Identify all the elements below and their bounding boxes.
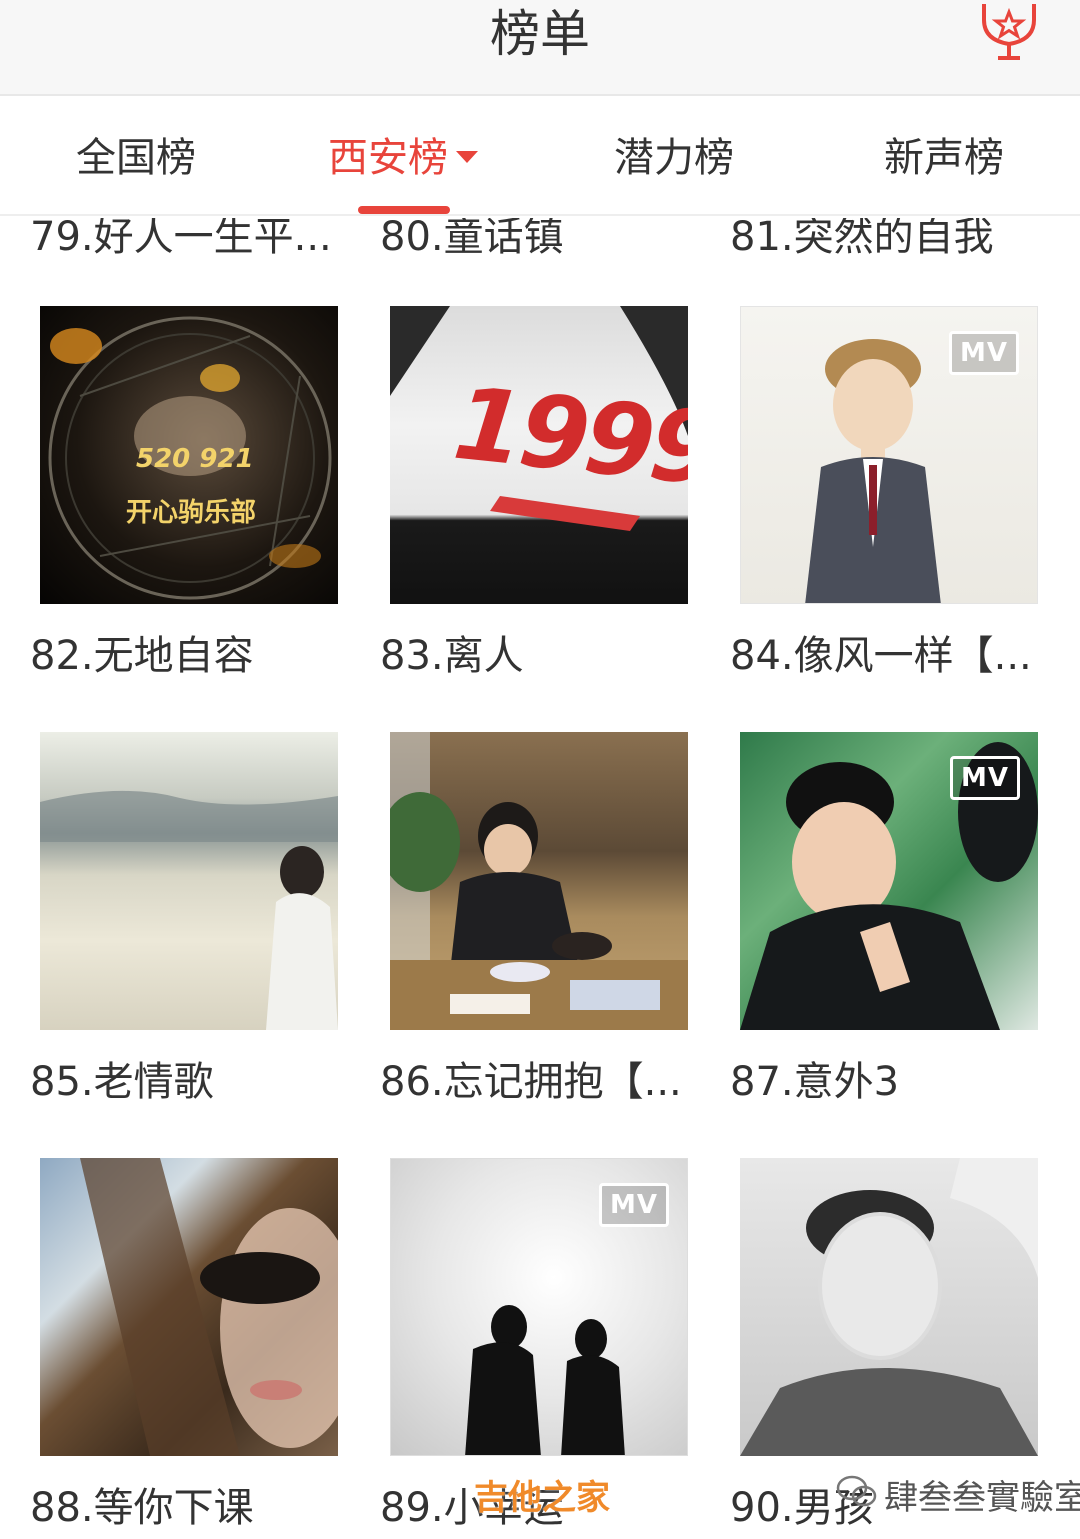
- song-caption[interactable]: 85.老情歌: [30, 1054, 214, 1110]
- tab-xian[interactable]: 西安榜: [328, 130, 478, 186]
- chart-tabs: 全国榜 西安榜 潜力榜 新声榜: [0, 98, 1080, 216]
- song-caption[interactable]: 86.忘记拥抱【...: [380, 1054, 682, 1110]
- album-cover[interactable]: [740, 1158, 1038, 1456]
- song-caption[interactable]: 80.童话镇: [380, 218, 564, 258]
- song-caption[interactable]: 79.好人一生平...: [30, 218, 332, 258]
- song-caption[interactable]: 83.离人: [380, 628, 524, 684]
- song-caption[interactable]: 81.突然的自我: [730, 218, 994, 258]
- song-caption[interactable]: 84.像风一样【...: [730, 628, 1032, 684]
- album-cover[interactable]: [40, 1158, 338, 1456]
- mv-badge: MV: [950, 756, 1020, 800]
- trophy-icon[interactable]: [974, 0, 1044, 64]
- album-cover[interactable]: 1999: [390, 306, 688, 604]
- cover-text: 开心驹乐部: [126, 498, 257, 528]
- album-cover[interactable]: 520 921 开心驹乐部: [40, 306, 338, 604]
- song-caption[interactable]: 87.意外3: [730, 1054, 899, 1110]
- album-cover[interactable]: MV: [740, 732, 1038, 1030]
- previous-row-captions: 79.好人一生平... 80.童话镇 81.突然的自我: [0, 218, 1080, 258]
- album-cover[interactable]: MV: [390, 1158, 688, 1456]
- active-tab-indicator: [358, 206, 450, 214]
- song-caption[interactable]: 88.等你下课: [30, 1480, 254, 1536]
- wechat-icon: [836, 1475, 877, 1507]
- mv-badge: MV: [949, 331, 1019, 375]
- tab-national[interactable]: 全国榜: [76, 130, 196, 186]
- mv-badge: MV: [599, 1183, 669, 1227]
- cover-text: 520 921: [136, 444, 254, 474]
- watermark-left: 吉他之家: [474, 1478, 610, 1518]
- album-cover[interactable]: [40, 732, 338, 1030]
- tab-potential[interactable]: 潜力榜: [614, 130, 734, 186]
- album-cover[interactable]: [390, 732, 688, 1030]
- tab-new-voice[interactable]: 新声榜: [884, 130, 1004, 186]
- app-header: 榜单: [0, 0, 1080, 96]
- page-title: 榜单: [490, 5, 590, 63]
- watermark-right: 肆叁叁實驗室: [884, 1478, 1080, 1518]
- caret-down-icon: [456, 151, 478, 163]
- album-cover[interactable]: MV: [740, 306, 1038, 604]
- song-caption[interactable]: 82.无地自容: [30, 628, 254, 684]
